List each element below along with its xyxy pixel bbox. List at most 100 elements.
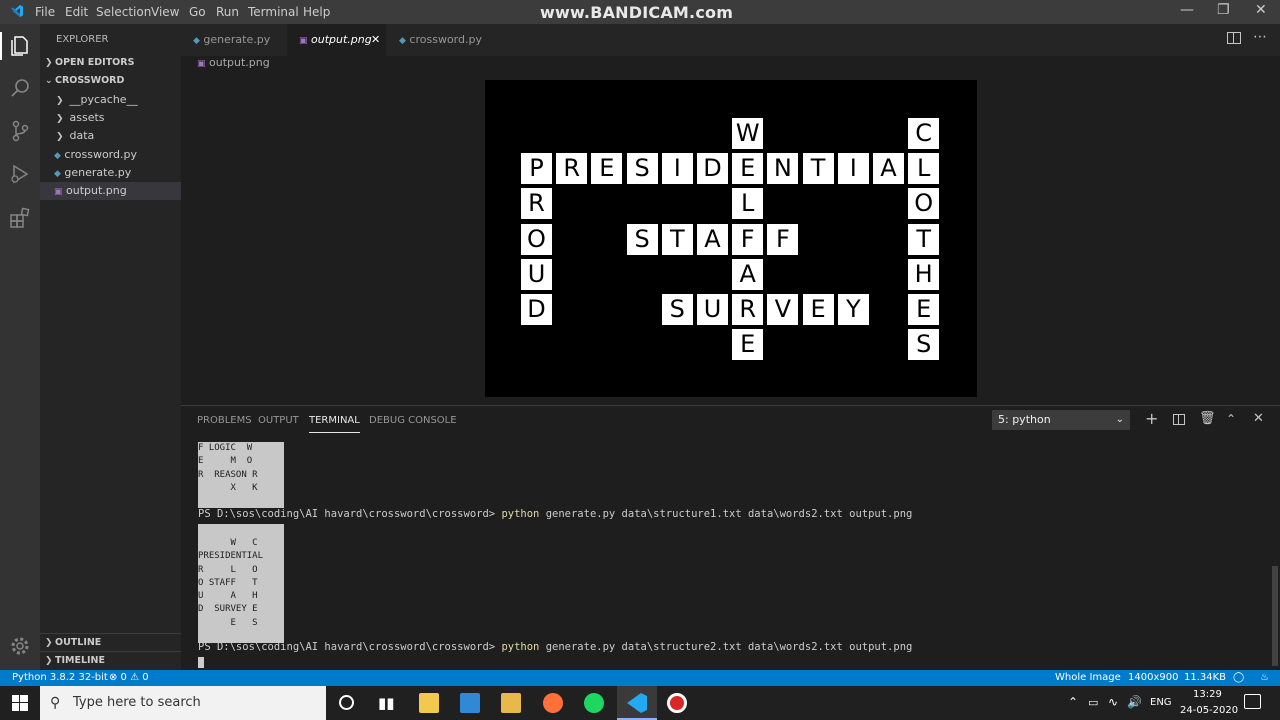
chevron-right-icon: ❯ [45,638,53,648]
bandicam-icon[interactable] [667,693,687,713]
store-icon[interactable] [419,693,439,713]
explorer-sidebar: EXPLORER ❯ OPEN EDITORS ⌄ CROSSWORD ❯ __py… [40,24,181,670]
crossword-cell: S [626,223,658,255]
tab-output-png[interactable]: ▣ output.png ✕ [287,24,386,56]
maximize-panel-icon[interactable]: ⌃ [1226,412,1236,426]
run-debug-icon[interactable] [8,162,32,186]
menu-view[interactable]: View [151,5,179,19]
tab-problems[interactable]: PROBLEMS [197,415,252,426]
outline-section[interactable]: ❯ OUTLINE [40,633,181,651]
task-view-icon[interactable]: ▮▮ [378,694,395,712]
crossword-cell: E [802,294,834,325]
menu-selection[interactable]: Selection [96,5,151,19]
crossword-cell: U [521,258,552,290]
python-file-icon: ◆ [399,36,406,46]
tree-item-generate-py[interactable]: ◆ generate.py [40,164,181,182]
menu-file[interactable]: File [35,5,55,19]
notifications-bell-icon[interactable]: ♨ [1260,670,1269,686]
python-file-icon: ◆ [193,36,200,46]
split-terminal-icon[interactable] [1173,414,1185,425]
timeline-section[interactable]: ❯ TIMELINE [40,651,181,669]
python-file-icon: ◆ [54,151,61,161]
language-indicator[interactable]: ENG [1150,697,1172,708]
vscode-taskbar-button[interactable] [617,686,657,720]
menu-edit[interactable]: Edit [65,5,88,19]
more-actions-icon[interactable]: ⋯ [1253,29,1267,45]
chevron-right-icon: ❯ [45,656,53,666]
tree-item-crossword-py[interactable]: ◆ crossword.py [40,146,181,164]
restore-icon[interactable]: ❐ [1217,2,1230,18]
crossword-cell: E [591,153,623,185]
crossword-cell: O [908,188,940,220]
clock-date[interactable]: 24-05-2020 [1180,705,1238,716]
clock-time[interactable]: 13:29 [1193,689,1222,700]
editor-tabs: ◆ generate.py ▣ output.png ✕ ◆ crossword… [181,24,1280,56]
menu-go[interactable]: Go [189,5,206,19]
image-zoom[interactable]: Whole Image [1055,670,1121,686]
windows-start-icon[interactable] [12,695,28,711]
file-explorer-icon[interactable] [501,693,521,713]
crossword-cell: L [908,153,940,185]
tree-item-pycache[interactable]: ❯ __pycache__ [40,91,181,109]
menu-run[interactable]: Run [216,5,239,19]
crossword-cell: W [732,118,764,149]
vscode-icon [627,693,647,713]
python-interpreter[interactable]: Python 3.8.2 32-bit [12,670,108,686]
python-file-icon: ◆ [54,169,61,179]
tree-item-output-png[interactable]: ▣ output.png [40,182,181,200]
crossword-cell: F [767,223,799,255]
image-filesize: 11.34KB [1184,672,1227,683]
settings-gear-icon[interactable] [8,634,32,658]
search-icon[interactable] [8,76,32,100]
problems-count[interactable]: ⊗ 0 ⚠ 0 [109,670,149,686]
wifi-icon[interactable]: ∿ [1108,695,1118,709]
chevron-up-icon[interactable]: ⌃ [1068,695,1078,709]
volume-icon[interactable]: 🔊 [1127,695,1142,709]
split-editor-icon[interactable] [1227,32,1241,44]
explorer-icon[interactable] [8,34,32,58]
menu-terminal[interactable]: Terminal [248,5,299,19]
tab-output[interactable]: OUTPUT [258,415,299,426]
crossword-folder-section[interactable]: ⌄ CROSSWORD [40,72,181,90]
crossword-cell: D [521,294,552,325]
tree-item-data[interactable]: ❯ data [40,127,181,145]
battery-icon[interactable]: ▭ [1088,696,1098,709]
close-tab-icon[interactable]: ✕ [371,24,380,56]
close-panel-icon[interactable]: ✕ [1253,411,1264,426]
tab-crossword-py[interactable]: ◆ crossword.py [387,24,492,56]
source-control-icon[interactable] [8,119,32,143]
crossword-cell: R [732,294,764,325]
terminal-select[interactable]: 5: python ⌄ [992,410,1130,430]
menu-help[interactable]: Help [303,5,330,19]
open-editors-section[interactable]: ❯ OPEN EDITORS [40,54,181,72]
mail-icon[interactable] [460,693,480,713]
close-window-icon[interactable]: ✕ [1255,2,1267,18]
tree-item-assets[interactable]: ❯ assets [40,109,181,127]
crossword-cell: T [802,153,834,185]
action-center-icon[interactable] [1244,694,1261,709]
tab-terminal[interactable]: TERMINAL [309,415,360,433]
chevron-down-icon: ⌄ [1115,414,1124,425]
new-terminal-icon[interactable]: + [1145,409,1158,428]
breadcrumb[interactable]: ▣ output.png [197,56,270,69]
feedback-icon[interactable]: ◯ [1233,670,1244,686]
cortana-icon[interactable] [339,695,354,710]
tab-generate-py[interactable]: ◆ generate.py [181,24,286,56]
chevron-down-icon: ⌄ [45,76,53,86]
trash-icon[interactable]: 🗑 [1199,411,1216,426]
terminal-prev-grid: F LOGIC WE M OR REASON R X K [198,442,284,508]
terminal-scrollbar[interactable] [1272,566,1278,666]
crossword-cell: E [732,329,764,361]
terminal-cursor [198,657,204,668]
crossword-cell: V [767,294,799,325]
firefox-icon[interactable] [543,693,563,713]
spotify-icon[interactable] [584,693,604,713]
taskbar-search-box[interactable]: ⚲ Type here to search [40,686,326,720]
crossword-cell: T [661,223,693,255]
crossword-cell: Y [837,294,869,325]
tab-debug-console[interactable]: DEBUG CONSOLE [369,415,457,426]
extensions-icon[interactable] [8,206,32,230]
crossword-cell: A [873,153,904,185]
crossword-cell: A [697,223,728,255]
minimize-icon[interactable]: — [1180,2,1194,18]
